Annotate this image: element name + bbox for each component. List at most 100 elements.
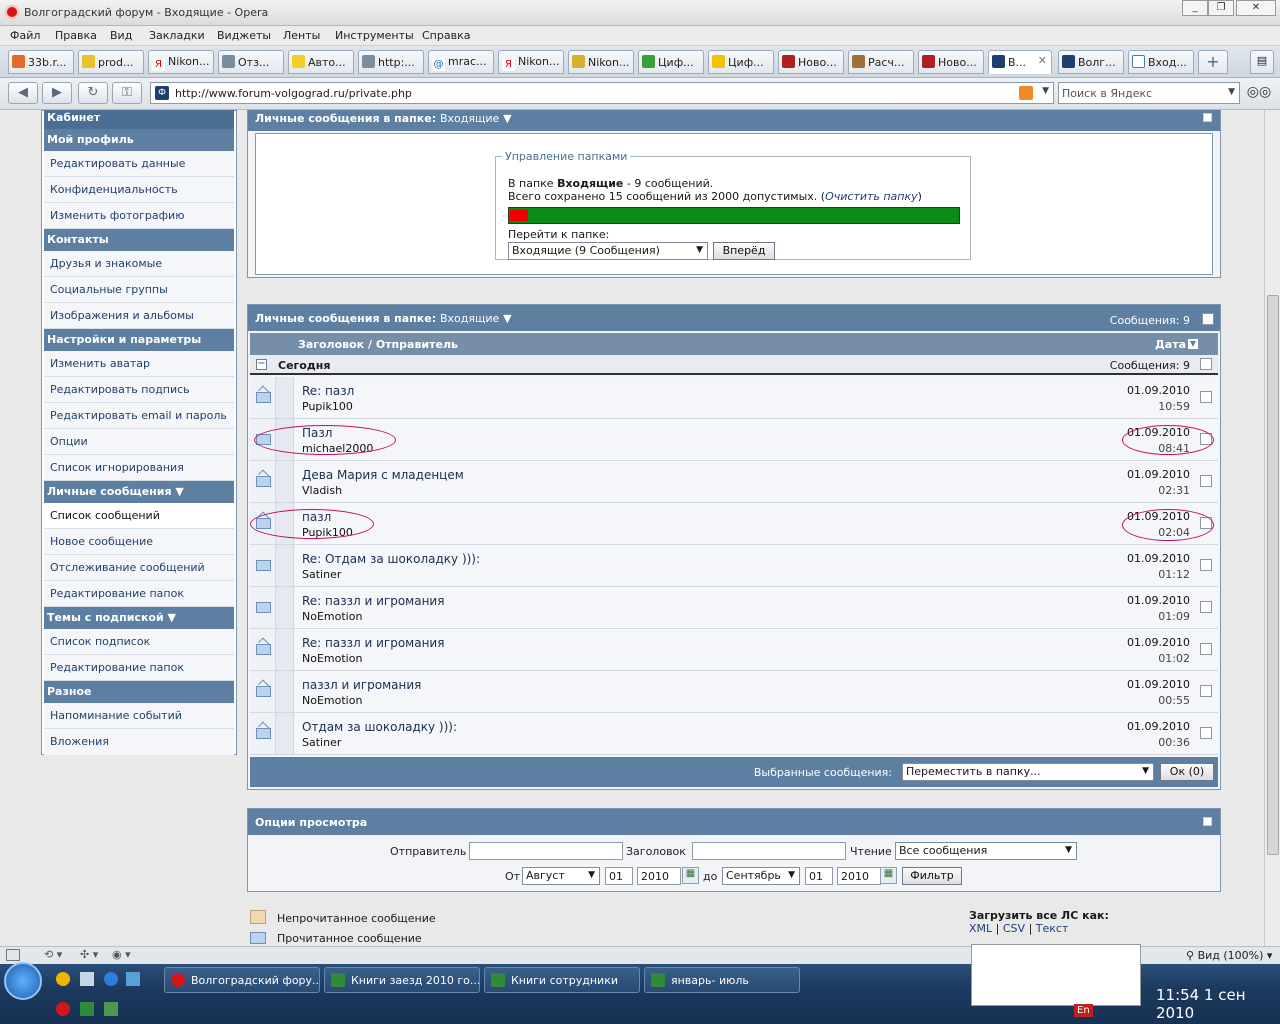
tab[interactable]: Ново... <box>918 50 984 74</box>
menu-bookmarks[interactable]: Закладки <box>149 29 205 42</box>
from-day-input[interactable]: 01 <box>605 867 633 885</box>
tab[interactable]: http:... <box>358 50 424 74</box>
sidebar-item-edit-email-password[interactable]: Редактировать email и пароль <box>44 403 234 429</box>
message-title-link[interactable]: Отдам за шоколадку ))): <box>302 720 457 734</box>
taskbar-button[interactable]: Волгоградский фору... <box>164 967 320 993</box>
message-sender[interactable]: Vladish <box>302 484 342 497</box>
quicklaunch-icon[interactable] <box>80 1002 94 1016</box>
tab[interactable]: Расч... <box>848 50 914 74</box>
sidebar-item-edit-folders[interactable]: Редактирование папок <box>44 581 234 607</box>
tab[interactable]: Авто... <box>288 50 354 74</box>
quicklaunch-icon[interactable] <box>126 972 140 986</box>
tab[interactable]: Ново... <box>778 50 844 74</box>
sidebar-item-new-message[interactable]: Новое сообщение <box>44 529 234 555</box>
to-day-input[interactable]: 01 <box>805 867 833 885</box>
sender-filter-input[interactable] <box>469 842 623 860</box>
tab[interactable]: Циф... <box>638 50 704 74</box>
sidebar-item-track-messages[interactable]: Отслеживание сообщений <box>44 555 234 581</box>
tab[interactable]: 33b.r... <box>8 50 74 74</box>
group-checkbox[interactable] <box>1200 358 1212 370</box>
sidebar-item-change-avatar[interactable]: Изменить аватар <box>44 351 234 377</box>
tab-menu-icon[interactable]: ▤ <box>1250 50 1274 74</box>
menu-view[interactable]: Вид <box>110 29 132 42</box>
tab[interactable]: Волг... <box>1058 50 1124 74</box>
sidebar-item-privacy[interactable]: Конфиденциальность <box>44 177 234 203</box>
chevron-down-icon[interactable]: ▼ <box>1228 87 1235 97</box>
message-title-link[interactable]: Re: Отдам за шоколадку ))): <box>302 552 480 566</box>
select-all-checkbox[interactable] <box>1202 313 1214 325</box>
menu-widgets[interactable]: Виджеты <box>217 29 271 42</box>
back-button[interactable]: ◀ <box>8 82 38 104</box>
export-xml-link[interactable]: XML <box>969 922 992 935</box>
menu-file[interactable]: Файл <box>10 29 40 42</box>
message-row[interactable]: Дева Мария с младенцем Vladish 01.09.201… <box>250 461 1218 503</box>
tab[interactable]: Я Nikon... <box>148 50 214 74</box>
subject-filter-input[interactable] <box>692 842 846 860</box>
calendar-icon[interactable]: ▦ <box>880 867 897 884</box>
reload-button[interactable]: ↻ <box>78 82 108 104</box>
collapse-icon[interactable] <box>1203 113 1212 122</box>
collapse-group-icon[interactable]: − <box>256 359 267 370</box>
taskbar-button[interactable]: январь- июль <box>644 967 800 993</box>
message-row[interactable]: Re: пазл Pupik100 01.09.2010 10:59 <box>250 377 1218 419</box>
key-icon[interactable]: ⚿ <box>112 82 142 104</box>
address-field[interactable]: Ф http://www.forum-volgograd.ru/private.… <box>150 82 1054 104</box>
filter-button[interactable]: Фильтр <box>902 867 962 885</box>
tab[interactable]: @ mrac... <box>428 50 494 74</box>
maximize-button[interactable]: ❐ <box>1208 0 1234 16</box>
language-indicator[interactable]: En <box>1074 1004 1093 1017</box>
column-title[interactable]: Заголовок / Отправитель <box>298 338 458 351</box>
message-row[interactable]: Отдам за шоколадку ))): Satiner 01.09.20… <box>250 713 1218 755</box>
quicklaunch-icon[interactable] <box>104 1002 118 1016</box>
tab[interactable]: Циф... <box>708 50 774 74</box>
sidebar-header-subscriptions[interactable]: Темы с подпиской ▼ <box>44 607 234 629</box>
zoom-indicator[interactable]: ⚲ Вид (100%) ▾ <box>1186 949 1272 962</box>
sidebar-item-edit-sub-folders[interactable]: Редактирование папок <box>44 655 234 681</box>
close-tab-icon[interactable]: ✕ <box>1038 54 1047 67</box>
sidebar-item-ignore-list[interactable]: Список игнорирования <box>44 455 234 481</box>
minimize-button[interactable]: _ <box>1182 0 1208 16</box>
sidebar-item-message-list[interactable]: Список сообщений <box>44 503 234 529</box>
message-sender[interactable]: Satiner <box>302 568 341 581</box>
unite-icon[interactable]: ✣ ▾ <box>80 948 98 961</box>
rss-feed-icon[interactable] <box>1019 86 1033 100</box>
sync-icon[interactable]: ⟲ ▾ <box>44 948 62 961</box>
chevron-down-icon[interactable]: ▼ <box>1042 86 1049 96</box>
to-year-input[interactable]: 2010 <box>837 867 881 885</box>
speed-dial-icon[interactable]: ◉ ▾ <box>112 948 131 961</box>
menu-feeds[interactable]: Ленты <box>283 29 320 42</box>
calendar-icon[interactable]: ▦ <box>682 867 699 884</box>
goto-folder-select[interactable]: Входящие (9 Сообщения) ▼ <box>508 242 708 260</box>
sidebar-item-edit-data[interactable]: Редактировать данные <box>44 151 234 177</box>
message-checkbox[interactable] <box>1200 559 1212 571</box>
scrollbar-thumb[interactable] <box>1267 295 1279 855</box>
sidebar-item-subscription-list[interactable]: Список подписок <box>44 629 234 655</box>
message-sender[interactable]: NoEmotion <box>302 652 362 665</box>
menu-tools[interactable]: Инструменты <box>335 29 414 42</box>
move-to-folder-select[interactable]: Переместить в папку... ▼ <box>902 763 1154 781</box>
collapse-icon[interactable] <box>1203 817 1212 826</box>
message-checkbox[interactable] <box>1200 727 1212 739</box>
opera-icon[interactable] <box>56 1002 70 1016</box>
message-checkbox[interactable] <box>1200 643 1212 655</box>
tab[interactable]: Nikon... <box>568 50 634 74</box>
start-button[interactable] <box>4 962 42 1000</box>
tab[interactable]: Вход... <box>1128 50 1194 74</box>
binoculars-icon[interactable]: ◎◎ <box>1246 84 1272 102</box>
from-month-select[interactable]: Август ▼ <box>522 867 600 885</box>
goto-folder-button[interactable]: Вперёд <box>713 242 775 260</box>
vertical-scrollbar[interactable] <box>1264 110 1280 946</box>
message-row[interactable]: Re: Отдам за шоколадку ))): Satiner 01.0… <box>250 545 1218 587</box>
export-text-link[interactable]: Текст <box>1036 922 1069 935</box>
message-sender[interactable]: Pupik100 <box>302 400 353 413</box>
message-title-link[interactable]: Re: паззл и игромания <box>302 594 444 608</box>
taskbar-button[interactable]: Книги сотрудники <box>484 967 640 993</box>
message-row[interactable]: Re: паззл и игромания NoEmotion 01.09.20… <box>250 629 1218 671</box>
folder-name[interactable]: Входящие <box>440 312 499 325</box>
message-title-link[interactable]: Re: пазл <box>302 384 354 398</box>
menu-help[interactable]: Справка <box>422 29 470 42</box>
clear-folder-link[interactable]: Очистить папку <box>825 190 918 203</box>
menu-edit[interactable]: Правка <box>55 29 97 42</box>
sidebar-header-private-messages[interactable]: Личные сообщения ▼ <box>44 481 234 503</box>
message-row[interactable]: пазл Pupik100 01.09.2010 02:04 <box>250 503 1218 545</box>
